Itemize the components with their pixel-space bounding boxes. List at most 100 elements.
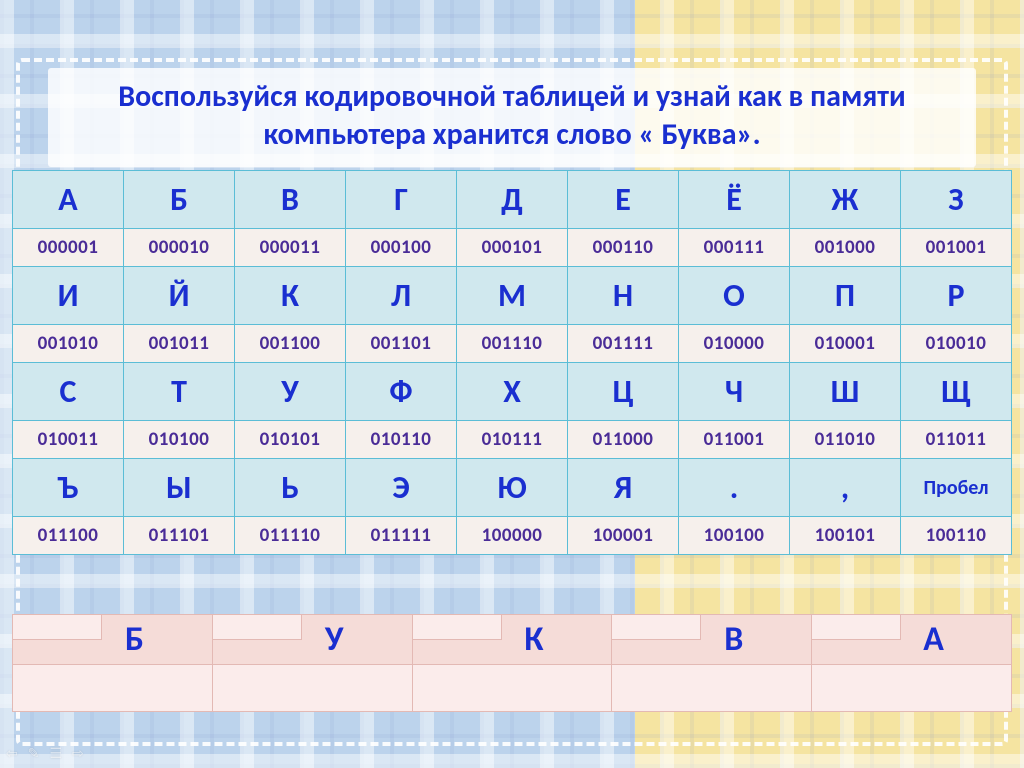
letter-cell: А [13,171,124,229]
letter-cell: Пробел [901,459,1012,517]
code-cell: 100001 [568,517,679,555]
code-cell: 010011 [13,421,124,459]
letter-cell: О [679,267,790,325]
code-cell: 010001 [790,325,901,363]
table-letter-row: АБВГДЕЁЖЗ [13,171,1012,229]
letter-cell: В [235,171,346,229]
answer-cell: Б [12,614,212,712]
answer-code-blank [413,665,612,711]
code-cell: 010010 [901,325,1012,363]
letter-cell: И [13,267,124,325]
letter-cell: Ч [679,363,790,421]
letter-cell: К [235,267,346,325]
letter-cell: Ю [457,459,568,517]
answer-letter: У [213,615,412,665]
code-cell: 010110 [346,421,457,459]
letter-cell: Я [568,459,679,517]
answer-letter: К [413,615,612,665]
table-code-row: 0111000111010111100111111000001000011001… [13,517,1012,555]
prev-icon[interactable]: ⇦ [6,745,18,762]
letter-cell: У [235,363,346,421]
code-cell: 000011 [235,229,346,267]
code-cell: 011111 [346,517,457,555]
code-cell: 000100 [346,229,457,267]
letter-cell: Щ [901,363,1012,421]
answer-row: БУКВА [12,614,1012,712]
answer-code-blank [213,665,412,711]
answer-cell: У [212,614,412,712]
code-cell: 100100 [679,517,790,555]
code-cell: 001010 [13,325,124,363]
letter-cell: С [13,363,124,421]
answer-cell: А [811,614,1012,712]
answer-code-blank [13,665,212,711]
table-code-row: 0010100010110011000011010011100011110100… [13,325,1012,363]
answer-cell: В [611,614,811,712]
code-cell: 010000 [679,325,790,363]
slide-title: Воспользуйся кодировочной таблицей и узн… [48,68,976,167]
table-letter-row: СТУФХЦЧШЩ [13,363,1012,421]
letter-cell: Ш [790,363,901,421]
code-cell: 010100 [124,421,235,459]
table-code-row: 0000010000100000110001000001010001100001… [13,229,1012,267]
letter-cell: Ы [124,459,235,517]
table-letter-row: ЪЫЬЭЮЯ.,Пробел [13,459,1012,517]
letter-cell: Ц [568,363,679,421]
answer-code-blank [612,665,811,711]
letter-cell: . [679,459,790,517]
letter-cell: Ь [235,459,346,517]
code-cell: 011110 [235,517,346,555]
letter-cell: Б [124,171,235,229]
code-cell: 000010 [124,229,235,267]
code-cell: 100110 [901,517,1012,555]
letter-cell: З [901,171,1012,229]
code-cell: 001100 [235,325,346,363]
letter-cell: Н [568,267,679,325]
code-cell: 011101 [124,517,235,555]
code-cell: 001111 [568,325,679,363]
letter-cell: П [790,267,901,325]
code-cell: 001001 [901,229,1012,267]
code-cell: 000111 [679,229,790,267]
answer-letter: Б [13,615,212,665]
code-cell: 011100 [13,517,124,555]
code-cell: 000001 [13,229,124,267]
letter-cell: Э [346,459,457,517]
table-code-row: 0100110101000101010101100101110110000110… [13,421,1012,459]
code-cell: 010111 [457,421,568,459]
answer-code-blank [812,665,1011,711]
menu-icon[interactable]: ☰ [49,745,62,762]
next-icon[interactable]: ⇨ [72,745,84,762]
code-cell: 001110 [457,325,568,363]
code-cell: 011000 [568,421,679,459]
letter-cell: Л [346,267,457,325]
letter-cell: Т [124,363,235,421]
letter-cell: Ё [679,171,790,229]
code-cell: 011011 [901,421,1012,459]
code-cell: 100101 [790,517,901,555]
letter-cell: Е [568,171,679,229]
letter-cell: Х [457,363,568,421]
letter-cell: М [457,267,568,325]
code-cell: 011010 [790,421,901,459]
code-cell: 001101 [346,325,457,363]
code-cell: 000110 [568,229,679,267]
pen-icon[interactable]: ✎ [28,745,40,762]
code-cell: 010101 [235,421,346,459]
code-cell: 011001 [679,421,790,459]
letter-cell: Й [124,267,235,325]
letter-cell: Ж [790,171,901,229]
letter-cell: Ф [346,363,457,421]
slide: Воспользуйся кодировочной таблицей и узн… [0,0,1024,768]
letter-cell: Р [901,267,1012,325]
letter-cell: Д [457,171,568,229]
letter-cell: Г [346,171,457,229]
answer-cell: К [412,614,612,712]
letter-cell: Ъ [13,459,124,517]
slideshow-controls[interactable]: ⇦ ✎ ☰ ⇨ [6,745,84,762]
code-cell: 001011 [124,325,235,363]
encoding-table: АБВГДЕЁЖЗ0000010000100000110001000001010… [12,170,1012,555]
answer-letter: В [612,615,811,665]
code-cell: 000101 [457,229,568,267]
table-letter-row: ИЙКЛМНОПР [13,267,1012,325]
